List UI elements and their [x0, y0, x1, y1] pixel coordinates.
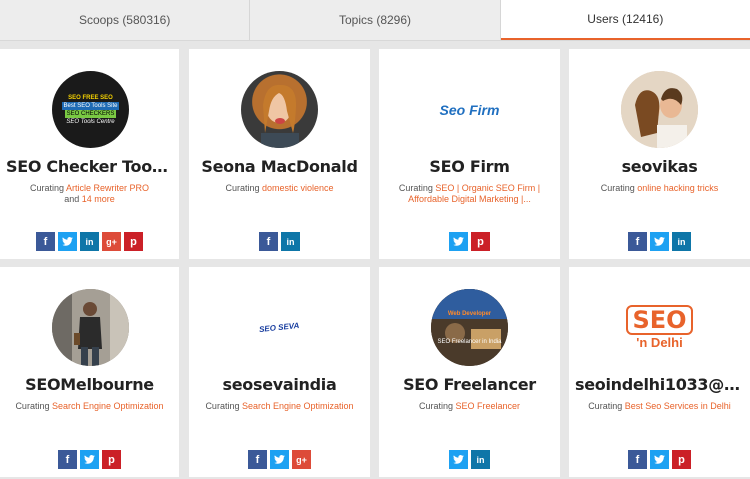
linkedin-icon[interactable]: in [80, 232, 99, 251]
facebook-icon[interactable]: f [628, 450, 647, 469]
topic-link[interactable]: Best Seo Services in Delhi [625, 401, 731, 411]
user-card[interactable]: SEOMelbourne Curating Search Engine Opti… [0, 267, 179, 477]
social-links: f p [569, 450, 750, 469]
curating-text: Curating Best Seo Services in Delhi [577, 401, 742, 412]
avatar[interactable] [52, 289, 129, 366]
facebook-icon[interactable]: f [36, 232, 55, 251]
curating-text: Curating domestic violence [197, 183, 362, 194]
avatar[interactable] [621, 71, 698, 148]
topic-link[interactable]: domestic violence [262, 183, 334, 193]
topic-link[interactable]: Search Engine Optimization [52, 401, 164, 411]
social-links: in [379, 450, 560, 469]
avatar-photo [431, 289, 508, 366]
and-label: and [64, 194, 80, 204]
avatar-text: Web Developer [447, 310, 492, 317]
avatar[interactable]: Web Developer SEO Freelancer in India [431, 289, 508, 366]
seo-firm-logo: Seo Firm [439, 101, 500, 118]
avatar-photo [621, 71, 698, 148]
avatar-text: SEO Tools Centre [66, 118, 115, 125]
tab-users[interactable]: Users (12416) [500, 0, 750, 40]
pinterest-icon[interactable]: p [102, 450, 121, 469]
tab-topics[interactable]: Topics (8296) [250, 0, 501, 40]
facebook-icon[interactable]: f [259, 232, 278, 251]
social-links: f g+ [189, 450, 370, 469]
twitter-icon[interactable] [270, 450, 289, 469]
twitter-icon[interactable] [650, 232, 669, 251]
twitter-icon[interactable] [80, 450, 99, 469]
curating-label: Curating [15, 401, 50, 411]
avatar[interactable]: SEO SEVA [241, 289, 318, 366]
curating-label: Curating [588, 401, 623, 411]
avatar[interactable]: Seo Firm [431, 71, 508, 148]
pinterest-icon[interactable]: p [124, 232, 143, 251]
avatar[interactable] [241, 71, 318, 148]
linkedin-icon[interactable]: in [672, 232, 691, 251]
pinterest-icon[interactable]: p [471, 232, 490, 251]
social-links: f in [189, 232, 370, 251]
seo-seva-logo: SEO SEVA [258, 320, 301, 335]
user-name[interactable]: SEOMelbourne [0, 375, 179, 394]
topic-link[interactable]: online hacking tricks [637, 183, 718, 193]
user-name[interactable]: Seona MacDonald [189, 157, 370, 176]
curating-text: Curating Article Rewriter PRO and 14 mor… [8, 183, 171, 205]
user-name[interactable]: SEO Checker Tools ... [0, 157, 179, 176]
avatar-text: SEO FREE SEO [68, 94, 113, 101]
avatar-text: SEO CHECKERS [64, 109, 117, 118]
curating-label: Curating [398, 183, 433, 193]
user-card[interactable]: Web Developer SEO Freelancer in India SE… [379, 267, 560, 477]
topic-link[interactable]: SEO Freelancer [456, 401, 521, 411]
user-name[interactable]: seosevaindia [189, 375, 370, 394]
curating-text: Curating Search Engine Optimization [197, 401, 362, 412]
googleplus-icon[interactable]: g+ [102, 232, 121, 251]
avatar-text: Best SEO Tools Site [61, 101, 120, 110]
user-card[interactable]: Seona MacDonald Curating domestic violen… [189, 49, 370, 259]
curating-label: Curating [205, 401, 240, 411]
user-name[interactable]: SEO Firm [379, 157, 560, 176]
social-links: p [379, 232, 560, 251]
avatar-text: SEO Freelancer in India [437, 338, 502, 345]
facebook-icon[interactable]: f [248, 450, 267, 469]
linkedin-icon[interactable]: in [281, 232, 300, 251]
curating-label: Curating [600, 183, 635, 193]
user-name[interactable]: seoindelhi1033@g... [569, 375, 750, 394]
social-links: f in g+ p [0, 232, 179, 251]
curating-label: Curating [225, 183, 260, 193]
avatar-photo [261, 84, 299, 148]
googleplus-icon[interactable]: g+ [292, 450, 311, 469]
curating-text: Curating SEO | Organic SEO Firm | Afford… [387, 183, 552, 205]
user-name[interactable]: seovikas [569, 157, 750, 176]
linkedin-icon[interactable]: in [471, 450, 490, 469]
user-card[interactable]: Seo Firm SEO Firm Curating SEO | Organic… [379, 49, 560, 259]
seo-delhi-logo: SEO [626, 304, 693, 335]
avatar[interactable]: SEO FREE SEO Best SEO Tools Site SEO CHE… [52, 71, 129, 148]
social-links: f in [569, 232, 750, 251]
user-card[interactable]: SEO FREE SEO Best SEO Tools Site SEO CHE… [0, 49, 179, 259]
user-card[interactable]: seovikas Curating online hacking tricks … [569, 49, 750, 259]
twitter-icon[interactable] [449, 232, 468, 251]
pinterest-icon[interactable]: p [672, 450, 691, 469]
topic-link[interactable]: Search Engine Optimization [242, 401, 354, 411]
facebook-icon[interactable]: f [628, 232, 647, 251]
social-links: f p [0, 450, 179, 469]
twitter-icon[interactable] [449, 450, 468, 469]
twitter-icon[interactable] [650, 450, 669, 469]
facebook-icon[interactable]: f [58, 450, 77, 469]
twitter-icon[interactable] [58, 232, 77, 251]
user-card[interactable]: SEO 'n Delhi seoindelhi1033@g... Curatin… [569, 267, 750, 477]
avatar-text: 'n Delhi [636, 334, 683, 350]
curating-text: Curating Search Engine Optimization [8, 401, 171, 412]
user-card[interactable]: SEO SEVA seosevaindia Curating Search En… [189, 267, 370, 477]
tab-scoops[interactable]: Scoops (580316) [0, 0, 251, 40]
avatar-photo [52, 289, 129, 366]
avatar[interactable]: SEO 'n Delhi [621, 289, 698, 366]
curating-text: Curating online hacking tricks [577, 183, 742, 194]
more-link[interactable]: 14 more [82, 194, 115, 204]
topic-link[interactable]: Article Rewriter PRO [66, 183, 149, 193]
curating-label: Curating [418, 401, 453, 411]
tab-bar: Scoops (580316) Topics (8296) Users (124… [0, 0, 750, 41]
user-name[interactable]: SEO Freelancer [379, 375, 560, 394]
curating-label: Curating [29, 183, 64, 193]
curating-text: Curating SEO Freelancer [387, 401, 552, 412]
